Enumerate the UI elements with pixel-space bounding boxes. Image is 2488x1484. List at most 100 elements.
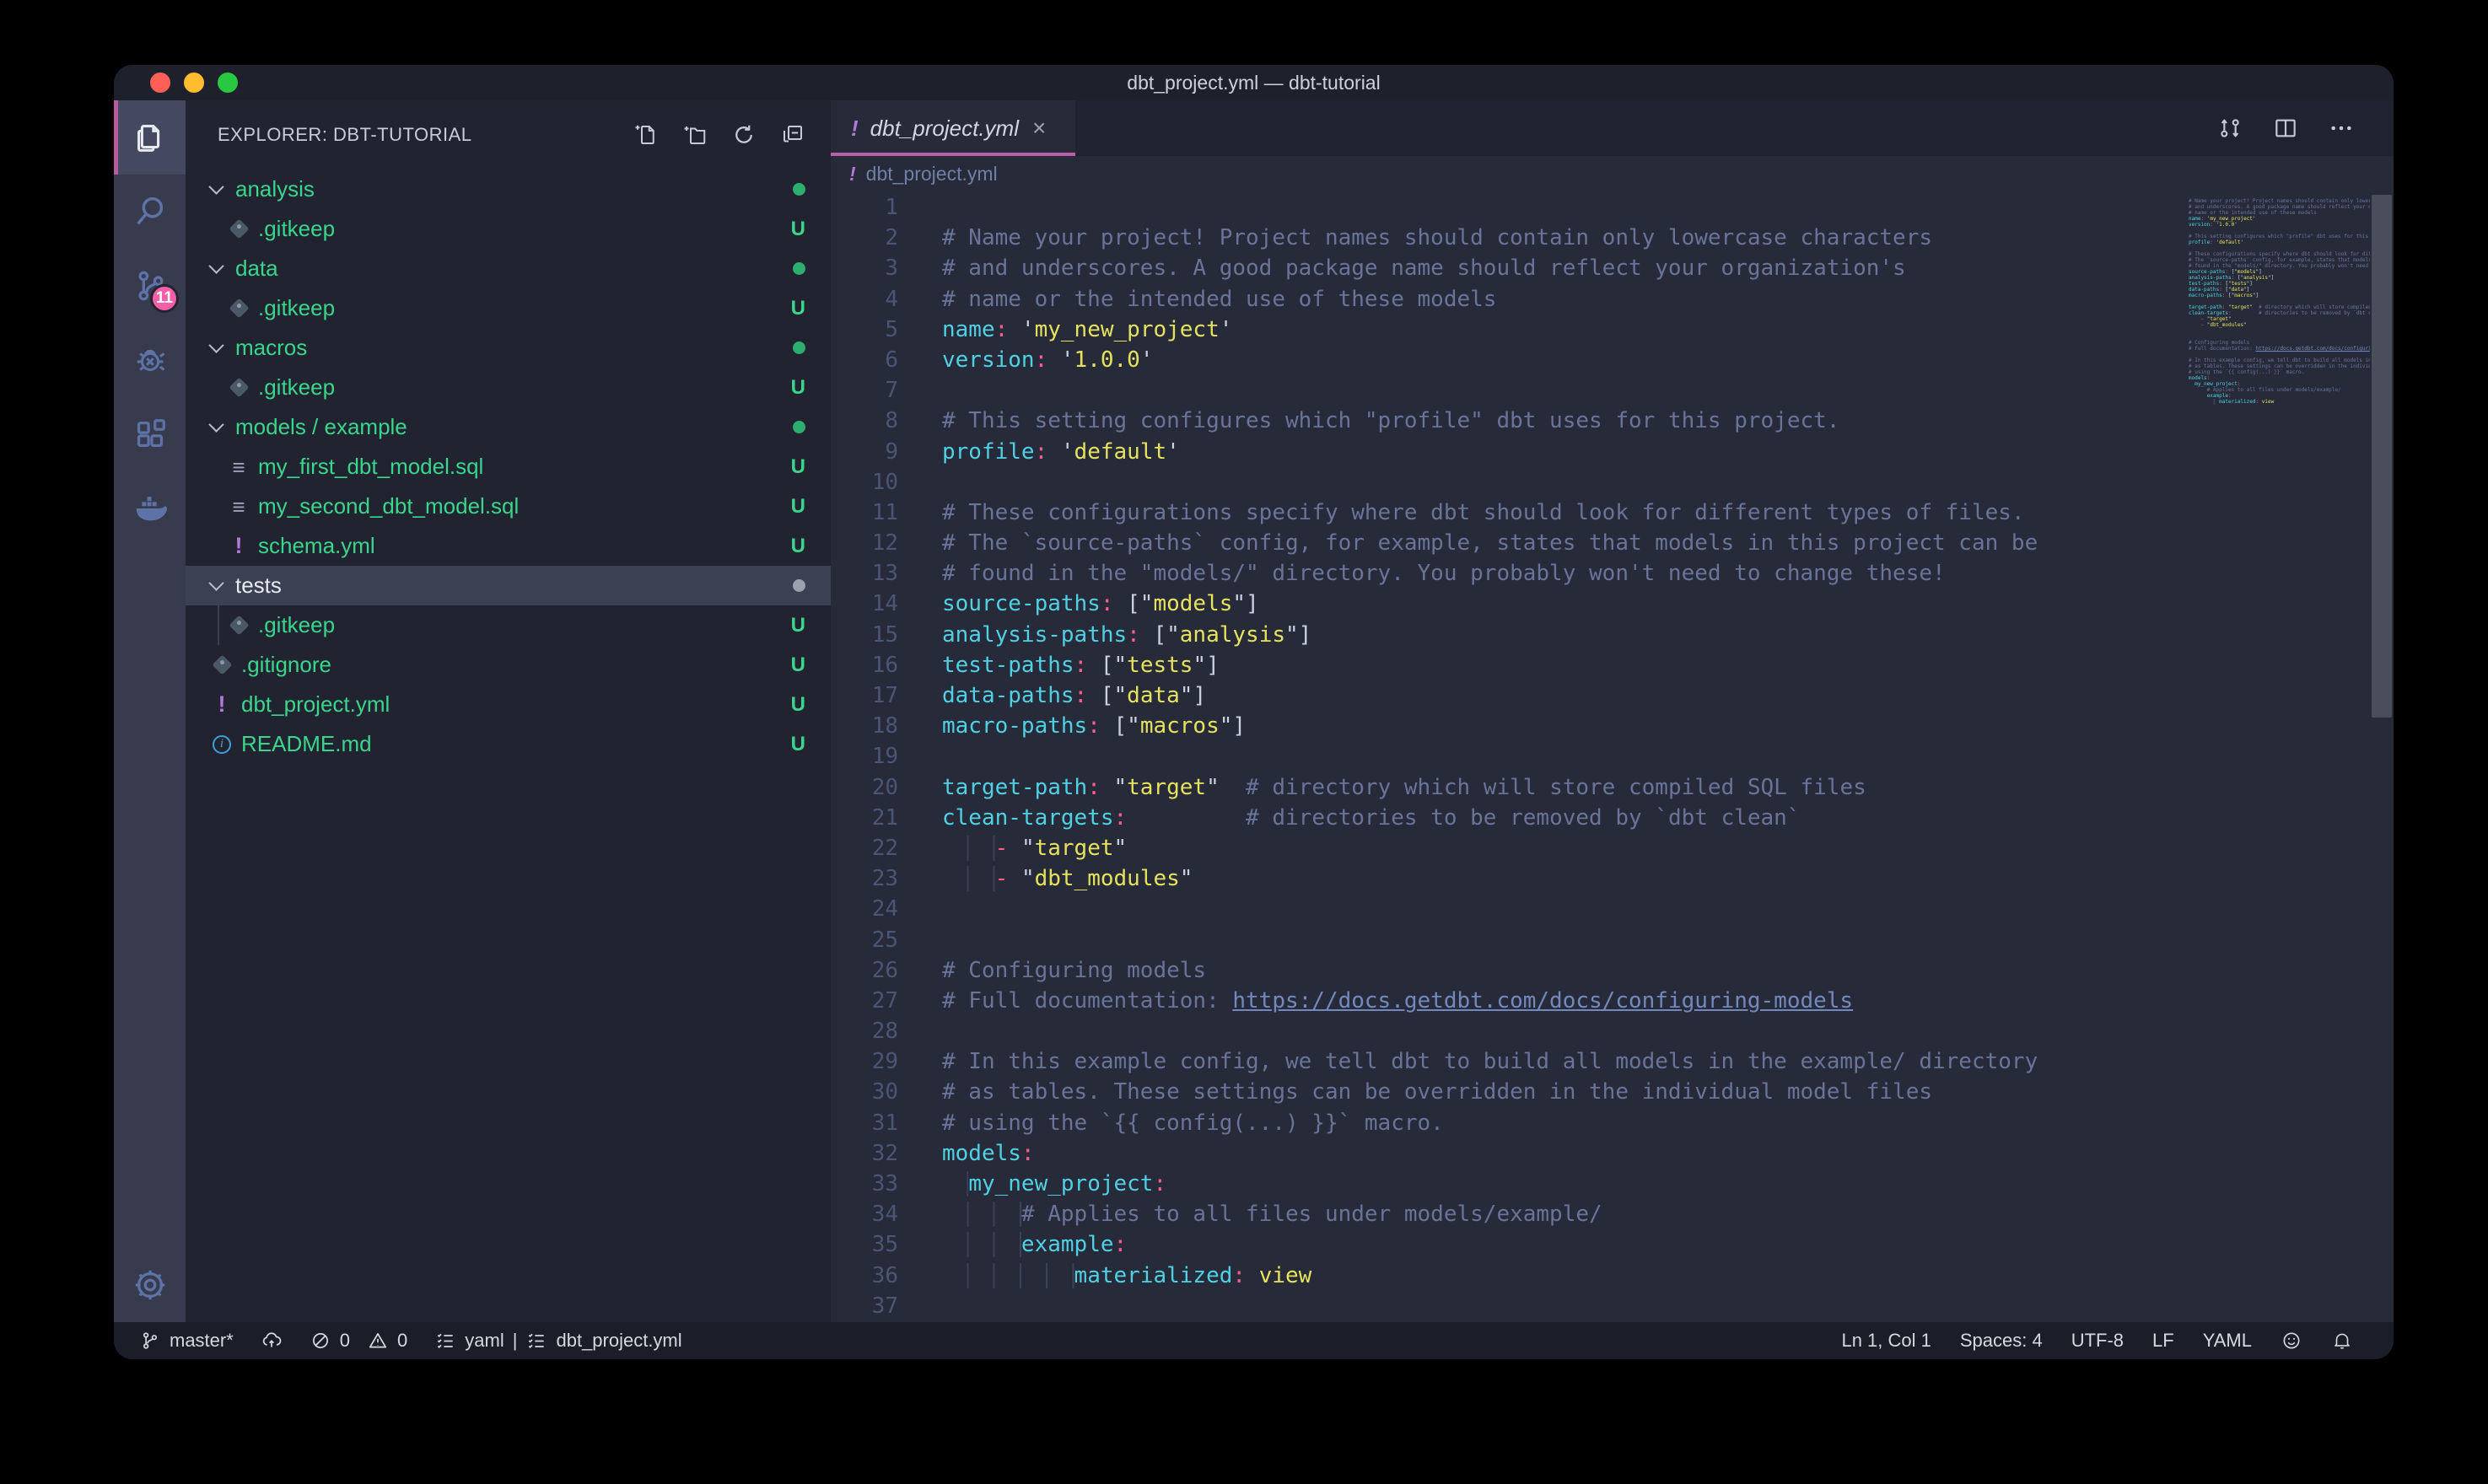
code-line-text [898, 1291, 942, 1321]
git-file-icon [211, 658, 233, 672]
language-mode[interactable]: YAML [2203, 1330, 2252, 1352]
tree-folder-models-example[interactable]: models / example [186, 407, 831, 447]
line-number: 13 [831, 558, 898, 589]
explorer-icon[interactable] [114, 100, 186, 175]
scrollbar-thumb[interactable] [2372, 195, 2392, 718]
code-line[interactable]: 29# In this example config, we tell dbt … [831, 1046, 2394, 1077]
code-line[interactable]: 17data-paths: ["data"] [831, 680, 2394, 711]
sync-changes-button[interactable] [261, 1330, 283, 1352]
line-number: 33 [831, 1169, 898, 1199]
linter-indicator[interactable]: yaml | dbt_project.yml [434, 1330, 681, 1352]
split-editor-icon[interactable] [2272, 115, 2299, 142]
code-line[interactable]: 1 [831, 192, 2394, 223]
code-line[interactable]: 20target-path: "target" # directory whic… [831, 772, 2394, 803]
code-line[interactable]: 14source-paths: ["models"] [831, 589, 2394, 619]
settings-gear-icon[interactable] [114, 1248, 186, 1322]
editor[interactable]: 12# Name your project! Project names sho… [831, 192, 2394, 1322]
tree-file--gitkeep[interactable]: .gitkeepU [186, 209, 831, 249]
code-line[interactable]: 11# These configurations specify where d… [831, 497, 2394, 528]
code-line-text: # Name your project! Project names shoul… [898, 223, 1932, 253]
code-line[interactable]: 8# This setting configures which "profil… [831, 406, 2394, 436]
code-line[interactable]: 35 example: [831, 1229, 2394, 1260]
code-line[interactable]: 21clean-targets: # directories to be rem… [831, 803, 2394, 833]
code-line[interactable]: 37 [831, 1291, 2394, 1321]
breadcrumb[interactable]: ! dbt_project.yml [831, 156, 2394, 192]
tree-file--gitignore[interactable]: .gitignoreU [186, 645, 831, 685]
code-line[interactable]: 32models: [831, 1138, 2394, 1169]
tree-folder-macros[interactable]: macros [186, 328, 831, 368]
cursor-position[interactable]: Ln 1, Col 1 [1841, 1330, 1931, 1352]
code-area[interactable]: 12# Name your project! Project names sho… [831, 192, 2394, 1322]
tree-item-label: data [235, 255, 278, 282]
tree-file-schema-yml[interactable]: !schema.ymlU [186, 526, 831, 566]
tab-close-icon[interactable]: × [1032, 116, 1046, 140]
files-icon [131, 118, 170, 157]
vscode-window: dbt_project.yml — dbt-tutorial [114, 65, 2394, 1359]
tree-file-my-second-dbt-model-sql[interactable]: ≡my_second_dbt_model.sqlU [186, 487, 831, 526]
code-line[interactable]: 7 [831, 375, 2394, 406]
code-line[interactable]: 24 [831, 894, 2394, 924]
code-line[interactable]: 19 [831, 741, 2394, 772]
tree-file-dbt-project-yml[interactable]: !dbt_project.ymlU [186, 685, 831, 724]
code-line[interactable]: 34 # Applies to all files under models/e… [831, 1199, 2394, 1229]
checklist-icon [434, 1330, 456, 1352]
run-and-debug-icon[interactable] [114, 323, 186, 397]
collapse-folders-icon[interactable] [780, 122, 805, 148]
code-line[interactable]: 26# Configuring models [831, 955, 2394, 986]
code-line[interactable]: 3# and underscores. A good package name … [831, 253, 2394, 283]
code-line[interactable]: 27# Full documentation: https://docs.get… [831, 986, 2394, 1016]
chevron-down-icon [208, 575, 223, 590]
new-file-icon[interactable] [633, 122, 659, 148]
encoding-setting[interactable]: UTF-8 [2071, 1330, 2124, 1352]
code-line[interactable]: 36 materialized: view [831, 1261, 2394, 1291]
tree-file--gitkeep[interactable]: .gitkeepU [186, 368, 831, 407]
code-line[interactable]: 4# name or the intended use of these mod… [831, 284, 2394, 315]
editor-scrollbar[interactable] [2370, 192, 2394, 1322]
tree-folder-tests[interactable]: tests [186, 566, 831, 605]
extensions-icon[interactable] [114, 397, 186, 471]
code-line-text: data-paths: ["data"] [898, 680, 1206, 711]
indentation-setting[interactable]: Spaces: 4 [1960, 1330, 2043, 1352]
git-branch-indicator[interactable]: master* [139, 1330, 234, 1352]
tree-file--gitkeep[interactable]: .gitkeepU [186, 605, 831, 645]
tree-file-readme-md[interactable]: iREADME.mdU [186, 724, 831, 764]
code-line[interactable]: 9profile: 'default' [831, 437, 2394, 467]
notifications-bell-icon[interactable] [2331, 1330, 2353, 1352]
more-actions-icon[interactable] [2328, 115, 2355, 142]
refresh-icon[interactable] [731, 122, 757, 148]
tree-folder-data[interactable]: data [186, 249, 831, 288]
code-line[interactable]: 18macro-paths: ["macros"] [831, 711, 2394, 741]
code-line[interactable]: 22 - "target" [831, 833, 2394, 863]
status-bar: master* 0 0 [114, 1322, 2394, 1359]
code-line[interactable]: 33 my_new_project: [831, 1169, 2394, 1199]
code-line[interactable]: 12# The `source-paths` config, for examp… [831, 528, 2394, 558]
code-line[interactable]: 23 - "dbt_modules" [831, 863, 2394, 894]
code-line-text: # as tables. These settings can be overr… [898, 1077, 1932, 1107]
branch-name: master* [170, 1330, 234, 1352]
code-line[interactable]: 5name: 'my_new_project' [831, 315, 2394, 345]
search-icon[interactable] [114, 175, 186, 249]
code-line[interactable]: 10 [831, 467, 2394, 497]
code-line[interactable]: 16test-paths: ["tests"] [831, 650, 2394, 680]
code-line[interactable]: 15analysis-paths: ["analysis"] [831, 620, 2394, 650]
docker-icon[interactable] [114, 471, 186, 546]
code-line[interactable]: 28 [831, 1016, 2394, 1046]
code-line-text: source-paths: ["models"] [898, 589, 1259, 619]
source-control-icon[interactable]: 11 [114, 249, 186, 323]
feedback-smiley-icon[interactable] [2281, 1330, 2302, 1352]
new-folder-icon[interactable] [682, 122, 708, 148]
linter-filename: dbt_project.yml [556, 1330, 681, 1352]
code-line[interactable]: 31# using the `{{ config(...) }}` macro. [831, 1108, 2394, 1138]
code-line[interactable]: 13# found in the "models/" directory. Yo… [831, 558, 2394, 589]
code-line[interactable]: 6version: '1.0.0' [831, 345, 2394, 375]
open-changes-icon[interactable] [2216, 115, 2243, 142]
eol-setting[interactable]: LF [2152, 1330, 2174, 1352]
code-line[interactable]: 2# Name your project! Project names shou… [831, 223, 2394, 253]
code-line[interactable]: 25 [831, 925, 2394, 955]
tree-file-my-first-dbt-model-sql[interactable]: ≡my_first_dbt_model.sqlU [186, 447, 831, 487]
code-line[interactable]: 30# as tables. These settings can be ove… [831, 1077, 2394, 1107]
tab-dbt-project-yml[interactable]: ! dbt_project.yml × [831, 100, 1075, 156]
tree-file--gitkeep[interactable]: .gitkeepU [186, 288, 831, 328]
problems-indicator[interactable]: 0 0 [310, 1330, 408, 1352]
tree-folder-analysis[interactable]: analysis [186, 169, 831, 209]
